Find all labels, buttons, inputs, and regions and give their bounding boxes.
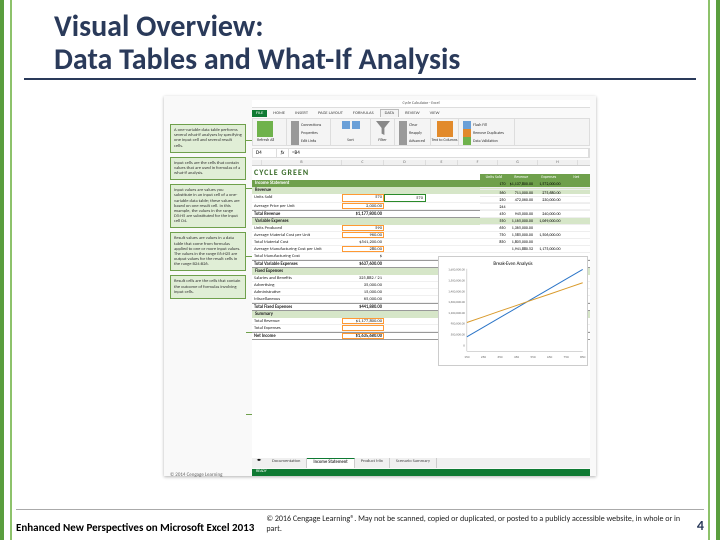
callout-resultcells: Result cells are the cells that contain …	[170, 275, 246, 299]
svg-text:500,000.00: 500,000.00	[451, 333, 466, 337]
svg-text:1,500,000.00: 1,500,000.00	[448, 279, 465, 283]
flashfill-button[interactable]: Flash Fill	[463, 121, 510, 129]
data-table-range: Units SoldRevenueExpensesNet 170$1,137,8…	[480, 174, 590, 253]
fx-icon[interactable]: fx	[277, 149, 289, 157]
svg-text:750: 750	[564, 355, 569, 359]
ribbon-tabs: FILE HOME INSERT PAGE LAYOUT FORMULAS DA…	[252, 108, 590, 118]
table-row: 250472,060.00230,000.00	[480, 197, 590, 204]
refresh-button[interactable]	[257, 121, 282, 137]
table-row: 8501,805,000.00	[480, 239, 590, 246]
table-row: 170$1,137,800.001,572,000.00	[480, 181, 590, 188]
tab-nav-icon[interactable]: ◂▸	[252, 458, 266, 468]
figure-screenshot: A one-variable data table performs sever…	[164, 96, 596, 476]
slide-title: Visual Overview: Data Tables and What-If…	[24, 0, 696, 80]
tab-pagelayout[interactable]: PAGE LAYOUT	[314, 110, 347, 117]
sort-za-icon	[352, 121, 360, 129]
table-row: 244	[480, 204, 590, 211]
table-row: 560711,000.00275,680.00	[480, 190, 590, 197]
legal-text: © 2016 Cengage Learning®. May not be sca…	[254, 514, 697, 534]
editlinks-button[interactable]: Edit Links	[291, 137, 326, 145]
svg-text:900,000.00: 900,000.00	[451, 322, 466, 326]
tab-documentation[interactable]: Documentation	[266, 458, 307, 468]
clear-button[interactable]: Clear	[399, 121, 426, 129]
filter-icon[interactable]	[376, 121, 390, 135]
sort-az-icon	[342, 121, 350, 129]
flashfill-icon	[463, 121, 471, 129]
formula-input[interactable]: =B4	[289, 149, 589, 157]
clear-icon	[399, 121, 407, 129]
reapply-button[interactable]: Reapply	[399, 129, 426, 137]
tab-scenario[interactable]: Scenario Summary	[390, 458, 437, 468]
svg-text:850: 850	[580, 355, 585, 359]
properties-icon	[291, 129, 299, 137]
tab-product-mix[interactable]: Product Mix	[355, 458, 390, 468]
svg-text:150: 150	[464, 355, 469, 359]
formula-bar: D4 fx =B4	[252, 148, 590, 158]
advanced-icon	[399, 137, 407, 145]
ribbon: Refresh All Connections Properties Edit …	[252, 118, 590, 146]
figure-copyright: © 2014 Cengage Learning	[170, 472, 222, 478]
svg-text:450: 450	[514, 355, 519, 359]
svg-text:Break-Even Analysis: Break-Even Analysis	[493, 261, 532, 267]
svg-text:650: 650	[547, 355, 552, 359]
tab-formulas[interactable]: FORMULAS	[349, 110, 378, 117]
connections-button[interactable]: Connections	[291, 121, 326, 129]
svg-text:550: 550	[530, 355, 535, 359]
page-number: 4	[697, 517, 704, 534]
slide-footer: Enhanced New Perspectives on Microsoft E…	[16, 509, 704, 534]
removedup-icon	[463, 129, 471, 137]
table-row: 7501,585,000.001,506,000.00	[480, 232, 590, 239]
tab-view[interactable]: VIEW	[426, 110, 444, 117]
svg-text:350: 350	[497, 355, 502, 359]
break-even-chart: Break-Even Analysis 1,600,000.00 1,500,00…	[438, 256, 588, 366]
svg-text:250: 250	[481, 355, 486, 359]
text-to-columns-icon[interactable]	[437, 121, 453, 137]
editlinks-icon	[291, 137, 299, 145]
svg-text:1,100,000.00: 1,100,000.00	[448, 311, 465, 315]
table-row: 1,941,880.521,175,000.00	[480, 246, 590, 253]
sort-button[interactable]	[342, 121, 360, 129]
tab-review[interactable]: REVIEW	[401, 110, 424, 117]
svg-text:1,300,000.00: 1,300,000.00	[448, 300, 465, 304]
properties-button[interactable]: Properties	[291, 129, 326, 137]
tab-data[interactable]: DATA	[380, 109, 399, 117]
link-icon	[291, 121, 299, 129]
table-row: 6501,365,000.00	[480, 225, 590, 232]
reapply-icon	[399, 129, 407, 137]
tab-home[interactable]: HOME	[269, 110, 289, 117]
tab-file[interactable]: FILE	[252, 110, 267, 117]
book-title: Enhanced New Perspectives on Microsoft E…	[16, 521, 254, 534]
callout-inputvalues: Input values are values you substitute i…	[170, 184, 246, 228]
svg-text:1,600,000.00: 1,600,000.00	[448, 268, 465, 272]
svg-text:1,400,000.00: 1,400,000.00	[448, 289, 465, 293]
table-row: 450945,000.00240,000.00	[480, 211, 590, 218]
status-bar: READY	[252, 469, 590, 476]
dataval-button[interactable]: Data Validation	[463, 137, 510, 145]
callout-column: A one-variable data table performs sever…	[170, 124, 246, 299]
advanced-button[interactable]: Advanced	[399, 137, 426, 145]
removedup-button[interactable]: Remove Duplicates	[463, 129, 510, 137]
svg-text:0: 0	[463, 343, 465, 347]
sheet-tabs: ◂▸ Documentation Income Statement Produc…	[252, 458, 590, 468]
tab-income-statement[interactable]: Income Statement	[307, 458, 354, 468]
window-titlebar: Cycle Calculator - Excel	[252, 100, 590, 108]
callout-resultvalues: Result values are values in a data table…	[170, 232, 246, 271]
name-box[interactable]: D4	[253, 149, 277, 157]
tab-insert[interactable]: INSERT	[291, 110, 312, 117]
refresh-icon	[257, 121, 273, 137]
callout-inputcells: Input cells are the cells that contain v…	[170, 157, 246, 181]
dataval-icon	[463, 137, 471, 145]
callout-datatable: A one-variable data table performs sever…	[170, 124, 246, 153]
table-row: 5501,165,000.001,069,000.00	[480, 218, 590, 225]
cell-d4[interactable]: 570	[384, 194, 426, 202]
